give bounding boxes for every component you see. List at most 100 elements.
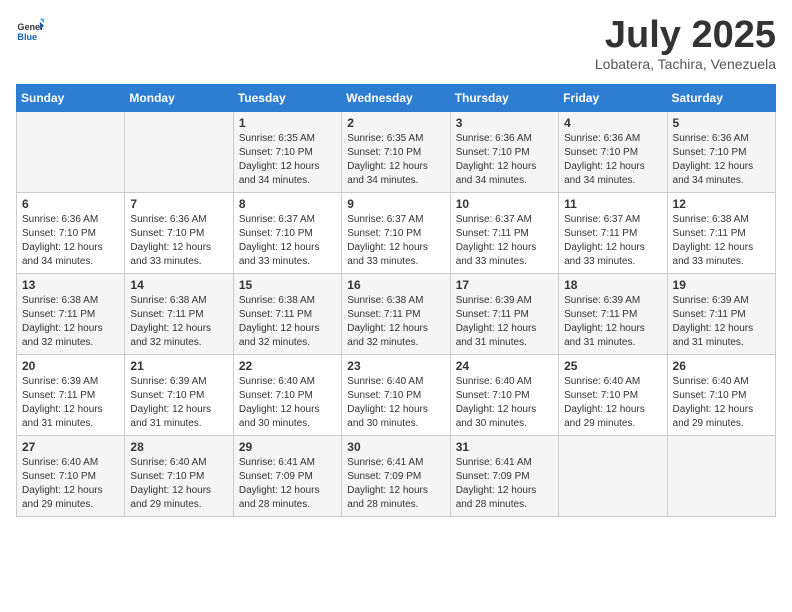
calendar-cell: 26 Sunrise: 6:40 AMSunset: 7:10 PMDayligh… xyxy=(667,355,775,436)
calendar-cell: 30 Sunrise: 6:41 AMSunset: 7:09 PMDayligh… xyxy=(342,436,450,517)
calendar-cell: 14 Sunrise: 6:38 AMSunset: 7:11 PMDayligh… xyxy=(125,274,233,355)
calendar-header: SundayMondayTuesdayWednesdayThursdayFrid… xyxy=(17,85,776,112)
calendar-cell xyxy=(17,112,125,193)
calendar-cell: 27 Sunrise: 6:40 AMSunset: 7:10 PMDayligh… xyxy=(17,436,125,517)
day-number: 28 xyxy=(130,440,227,454)
month-title: July 2025 xyxy=(595,16,776,54)
header-sunday: Sunday xyxy=(17,85,125,112)
day-number: 13 xyxy=(22,278,119,292)
location: Lobatera, Tachira, Venezuela xyxy=(595,56,776,72)
day-number: 31 xyxy=(456,440,553,454)
week-row-1: 1 Sunrise: 6:35 AMSunset: 7:10 PMDaylight… xyxy=(17,112,776,193)
day-info: Sunrise: 6:36 AMSunset: 7:10 PMDaylight:… xyxy=(564,132,661,188)
day-info: Sunrise: 6:36 AMSunset: 7:10 PMDaylight:… xyxy=(22,213,119,269)
day-number: 12 xyxy=(673,197,770,211)
day-info: Sunrise: 6:38 AMSunset: 7:11 PMDaylight:… xyxy=(347,294,444,350)
day-info: Sunrise: 6:39 AMSunset: 7:11 PMDaylight:… xyxy=(564,294,661,350)
day-number: 14 xyxy=(130,278,227,292)
week-row-5: 27 Sunrise: 6:40 AMSunset: 7:10 PMDayligh… xyxy=(17,436,776,517)
day-number: 5 xyxy=(673,116,770,130)
day-info: Sunrise: 6:37 AMSunset: 7:10 PMDaylight:… xyxy=(347,213,444,269)
calendar-cell: 28Sunrise: 6:40 AMSunset: 7:10 PMDayligh… xyxy=(125,436,233,517)
calendar-cell: 8 Sunrise: 6:37 AMSunset: 7:10 PMDaylight… xyxy=(233,193,341,274)
calendar-cell: 6 Sunrise: 6:36 AMSunset: 7:10 PMDaylight… xyxy=(17,193,125,274)
calendar-cell xyxy=(559,436,667,517)
day-info: Sunrise: 6:36 AMSunset: 7:10 PMDaylight:… xyxy=(130,213,227,269)
calendar-cell: 13 Sunrise: 6:38 AMSunset: 7:11 PMDayligh… xyxy=(17,274,125,355)
calendar-cell: 12 Sunrise: 6:38 AMSunset: 7:11 PMDayligh… xyxy=(667,193,775,274)
header-row: SundayMondayTuesdayWednesdayThursdayFrid… xyxy=(17,85,776,112)
calendar-cell: 11 Sunrise: 6:37 AMSunset: 7:11 PMDayligh… xyxy=(559,193,667,274)
header-monday: Monday xyxy=(125,85,233,112)
calendar-cell: 2 Sunrise: 6:35 AMSunset: 7:10 PMDaylight… xyxy=(342,112,450,193)
calendar-cell: 10 Sunrise: 6:37 AMSunset: 7:11 PMDayligh… xyxy=(450,193,558,274)
calendar-body: 1 Sunrise: 6:35 AMSunset: 7:10 PMDaylight… xyxy=(17,112,776,517)
day-number: 9 xyxy=(347,197,444,211)
day-number: 24 xyxy=(456,359,553,373)
day-info: Sunrise: 6:35 AMSunset: 7:10 PMDaylight:… xyxy=(347,132,444,188)
day-number: 22 xyxy=(239,359,336,373)
calendar-cell: 1 Sunrise: 6:35 AMSunset: 7:10 PMDaylight… xyxy=(233,112,341,193)
logo-icon: General Blue xyxy=(16,16,44,44)
header-wednesday: Wednesday xyxy=(342,85,450,112)
day-info: Sunrise: 6:36 AMSunset: 7:10 PMDaylight:… xyxy=(456,132,553,188)
day-number: 23 xyxy=(347,359,444,373)
calendar-cell: 16Sunrise: 6:38 AMSunset: 7:11 PMDayligh… xyxy=(342,274,450,355)
week-row-3: 13 Sunrise: 6:38 AMSunset: 7:11 PMDayligh… xyxy=(17,274,776,355)
day-info: Sunrise: 6:35 AMSunset: 7:10 PMDaylight:… xyxy=(239,132,336,188)
day-info: Sunrise: 6:38 AMSunset: 7:11 PMDaylight:… xyxy=(130,294,227,350)
day-number: 21 xyxy=(130,359,227,373)
day-info: Sunrise: 6:37 AMSunset: 7:11 PMDaylight:… xyxy=(456,213,553,269)
calendar-cell: 17Sunrise: 6:39 AMSunset: 7:11 PMDayligh… xyxy=(450,274,558,355)
calendar-cell: 19 Sunrise: 6:39 AMSunset: 7:11 PMDayligh… xyxy=(667,274,775,355)
day-info: Sunrise: 6:40 AMSunset: 7:10 PMDaylight:… xyxy=(347,375,444,431)
week-row-4: 20 Sunrise: 6:39 AMSunset: 7:11 PMDayligh… xyxy=(17,355,776,436)
day-info: Sunrise: 6:41 AMSunset: 7:09 PMDaylight:… xyxy=(347,456,444,512)
day-info: Sunrise: 6:39 AMSunset: 7:11 PMDaylight:… xyxy=(673,294,770,350)
calendar-cell: 18Sunrise: 6:39 AMSunset: 7:11 PMDayligh… xyxy=(559,274,667,355)
day-number: 2 xyxy=(347,116,444,130)
day-number: 15 xyxy=(239,278,336,292)
calendar-cell: 24 Sunrise: 6:40 AMSunset: 7:10 PMDayligh… xyxy=(450,355,558,436)
day-number: 11 xyxy=(564,197,661,211)
header-friday: Friday xyxy=(559,85,667,112)
day-number: 19 xyxy=(673,278,770,292)
calendar-cell: 31 Sunrise: 6:41 AMSunset: 7:09 PMDayligh… xyxy=(450,436,558,517)
calendar-cell: 20 Sunrise: 6:39 AMSunset: 7:11 PMDayligh… xyxy=(17,355,125,436)
day-info: Sunrise: 6:38 AMSunset: 7:11 PMDaylight:… xyxy=(22,294,119,350)
day-info: Sunrise: 6:39 AMSunset: 7:11 PMDaylight:… xyxy=(22,375,119,431)
day-number: 17 xyxy=(456,278,553,292)
svg-text:Blue: Blue xyxy=(17,32,37,42)
day-number: 6 xyxy=(22,197,119,211)
day-number: 27 xyxy=(22,440,119,454)
title-block: July 2025 Lobatera, Tachira, Venezuela xyxy=(595,16,776,72)
day-info: Sunrise: 6:37 AMSunset: 7:10 PMDaylight:… xyxy=(239,213,336,269)
day-info: Sunrise: 6:38 AMSunset: 7:11 PMDaylight:… xyxy=(673,213,770,269)
day-number: 25 xyxy=(564,359,661,373)
day-info: Sunrise: 6:40 AMSunset: 7:10 PMDaylight:… xyxy=(22,456,119,512)
calendar-cell xyxy=(125,112,233,193)
day-info: Sunrise: 6:41 AMSunset: 7:09 PMDaylight:… xyxy=(456,456,553,512)
day-number: 1 xyxy=(239,116,336,130)
header-tuesday: Tuesday xyxy=(233,85,341,112)
calendar-cell: 25Sunrise: 6:40 AMSunset: 7:10 PMDayligh… xyxy=(559,355,667,436)
day-number: 20 xyxy=(22,359,119,373)
day-number: 8 xyxy=(239,197,336,211)
day-info: Sunrise: 6:41 AMSunset: 7:09 PMDaylight:… xyxy=(239,456,336,512)
calendar-cell: 15 Sunrise: 6:38 AMSunset: 7:11 PMDayligh… xyxy=(233,274,341,355)
day-info: Sunrise: 6:40 AMSunset: 7:10 PMDaylight:… xyxy=(456,375,553,431)
logo: General Blue xyxy=(16,16,44,44)
calendar-cell: 7Sunrise: 6:36 AMSunset: 7:10 PMDaylight… xyxy=(125,193,233,274)
calendar-cell: 4Sunrise: 6:36 AMSunset: 7:10 PMDaylight… xyxy=(559,112,667,193)
day-number: 26 xyxy=(673,359,770,373)
day-info: Sunrise: 6:38 AMSunset: 7:11 PMDaylight:… xyxy=(239,294,336,350)
calendar-cell: 21Sunrise: 6:39 AMSunset: 7:10 PMDayligh… xyxy=(125,355,233,436)
day-info: Sunrise: 6:40 AMSunset: 7:10 PMDaylight:… xyxy=(673,375,770,431)
calendar-cell: 3Sunrise: 6:36 AMSunset: 7:10 PMDaylight… xyxy=(450,112,558,193)
day-number: 30 xyxy=(347,440,444,454)
day-number: 10 xyxy=(456,197,553,211)
page-header: General Blue July 2025 Lobatera, Tachira… xyxy=(16,16,776,72)
day-info: Sunrise: 6:37 AMSunset: 7:11 PMDaylight:… xyxy=(564,213,661,269)
calendar-cell xyxy=(667,436,775,517)
calendar-cell: 23 Sunrise: 6:40 AMSunset: 7:10 PMDayligh… xyxy=(342,355,450,436)
